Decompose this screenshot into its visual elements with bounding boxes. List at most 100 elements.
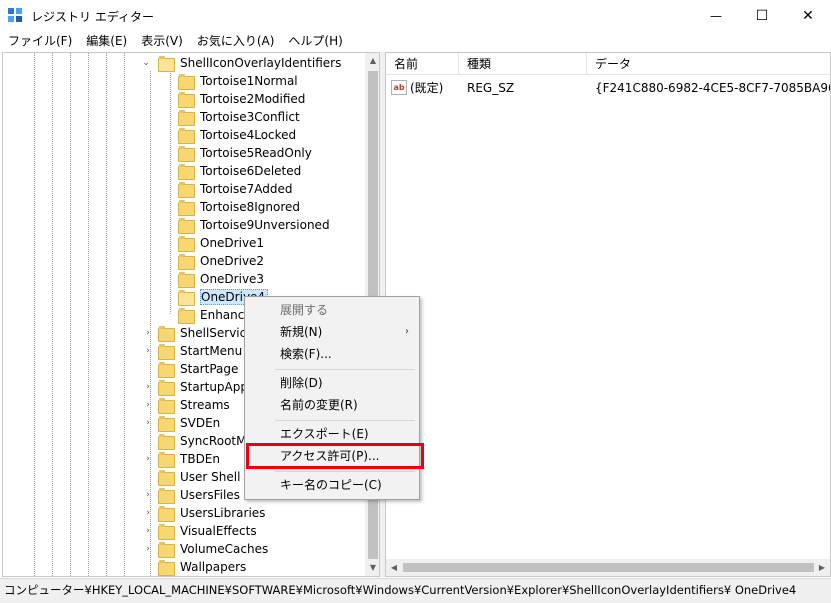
chevron-right-icon[interactable]: ›	[143, 418, 153, 428]
folder-icon	[178, 254, 195, 270]
folder-icon	[178, 182, 195, 198]
tree-item-label: OneDrive1	[200, 236, 265, 250]
scrollbar-thumb[interactable]	[403, 563, 814, 572]
scroll-up-icon[interactable]: ▲	[365, 53, 379, 69]
menu-help[interactable]: ヘルプ(H)	[281, 31, 349, 51]
menu-file[interactable]: ファイル(F)	[0, 31, 79, 51]
scroll-left-icon[interactable]: ◀	[386, 559, 402, 576]
tree-item-label: Tortoise7Added	[200, 182, 293, 196]
chevron-down-icon[interactable]: ⌄	[141, 58, 151, 68]
folder-icon	[178, 128, 195, 144]
tree-item-label: VisualEffects	[180, 524, 257, 538]
chevron-right-icon[interactable]: ›	[143, 400, 153, 410]
tree-item[interactable]: OneDrive3	[178, 270, 264, 288]
tree-item[interactable]: Tortoise4Locked	[178, 126, 296, 144]
tree-item-shelliconoverlayidentifiers[interactable]: ⌄ ShellIconOverlayIdentifiers	[141, 54, 341, 72]
tree-item-label: StartPage	[180, 362, 239, 376]
folder-icon	[158, 560, 175, 576]
tree-item-label: Tortoise9Unversioned	[200, 218, 330, 232]
tree-item[interactable]: › StartMenu	[143, 342, 242, 360]
minimize-button[interactable]: —	[693, 0, 739, 31]
tree-item[interactable]: StartPage	[143, 360, 238, 378]
menu-edit[interactable]: 編集(E)	[79, 31, 134, 51]
tree-item-label: SVDEn	[180, 416, 221, 430]
value-list-pane[interactable]: 名前 種類 データ ab (既定) REG_SZ {F241C880-6982-…	[385, 52, 831, 577]
close-button[interactable]: ✕	[785, 0, 831, 31]
folder-icon	[158, 524, 175, 540]
tree-item[interactable]: › Streams	[143, 396, 230, 414]
folder-icon	[158, 434, 175, 450]
tree-item-label: Tortoise5ReadOnly	[200, 146, 312, 160]
scroll-down-icon[interactable]: ▼	[365, 560, 379, 576]
menu-item-permissions[interactable]: アクセス許可(P)...	[247, 445, 417, 467]
maximize-button[interactable]: ☐	[739, 0, 785, 31]
tree-item[interactable]: OneDrive1	[178, 234, 264, 252]
folder-open-icon	[158, 56, 175, 72]
menu-item-rename[interactable]: 名前の変更(R)	[247, 394, 417, 416]
submenu-arrow-icon: ›	[405, 326, 409, 337]
folder-icon	[178, 92, 195, 108]
tree-item[interactable]: › StartupAppr	[143, 378, 253, 396]
list-item[interactable]: ab (既定) REG_SZ {F241C880-6982-4CE5-8CF7-…	[386, 79, 830, 97]
chevron-right-icon[interactable]: ›	[143, 526, 153, 536]
chevron-right-icon[interactable]: ›	[143, 382, 153, 392]
scroll-right-icon[interactable]: ▶	[814, 559, 830, 576]
value-data: {F241C880-6982-4CE5-8CF7-7085BA96DA5A}	[595, 81, 830, 95]
tree-item[interactable]: Enhance	[178, 306, 252, 324]
list-horizontal-scrollbar[interactable]: ◀ ▶	[386, 559, 830, 576]
tree-item[interactable]: Tortoise3Conflict	[178, 108, 300, 126]
column-header-data[interactable]: データ	[587, 53, 830, 75]
column-header-type[interactable]: 種類	[459, 53, 587, 75]
menu-item-new[interactable]: 新規(N) ›	[247, 321, 417, 343]
menu-view[interactable]: 表示(V)	[134, 31, 190, 51]
tree-item-label: SyncRootMa	[180, 434, 254, 448]
tree-item-label: UsersFiles	[180, 488, 240, 502]
tree-item[interactable]: SyncRootMa	[143, 432, 254, 450]
tree-item[interactable]: › VisualEffects	[143, 522, 257, 540]
folder-icon	[158, 506, 175, 522]
menu-item-find[interactable]: 検索(F)...	[247, 343, 417, 365]
folder-icon	[158, 398, 175, 414]
tree-item-label: Tortoise3Conflict	[200, 110, 300, 124]
chevron-right-icon[interactable]: ›	[143, 490, 153, 500]
tree-item[interactable]: Tortoise8Ignored	[178, 198, 300, 216]
tree-item[interactable]: › TBDEn	[143, 450, 220, 468]
folder-icon	[178, 272, 195, 288]
tree-item[interactable]: Tortoise7Added	[178, 180, 292, 198]
chevron-right-icon[interactable]: ›	[143, 454, 153, 464]
tree-item[interactable]: › UsersLibraries	[143, 504, 265, 522]
folder-icon	[158, 326, 175, 342]
tree-item[interactable]: › UsersFiles	[143, 486, 240, 504]
close-icon: ✕	[802, 7, 814, 24]
tree-item[interactable]: Tortoise6Deleted	[178, 162, 301, 180]
menu-item-delete[interactable]: 削除(D)	[247, 372, 417, 394]
menu-favorites[interactable]: お気に入り(A)	[190, 31, 282, 51]
tree-item-label: StartupAppr	[180, 380, 253, 394]
chevron-right-icon[interactable]: ›	[143, 346, 153, 356]
menu-item-copy-key-name[interactable]: キー名のコピー(C)	[247, 474, 417, 496]
tree-item[interactable]: Tortoise2Modified	[178, 90, 305, 108]
tree-item[interactable]: Tortoise5ReadOnly	[178, 144, 312, 162]
tree-item-label: UsersLibraries	[180, 506, 266, 520]
folder-icon	[178, 110, 195, 126]
chevron-right-icon[interactable]: ›	[143, 328, 153, 338]
menu-item-expand[interactable]: 展開する	[247, 299, 417, 321]
column-header-name[interactable]: 名前	[386, 53, 459, 75]
folder-icon	[158, 362, 175, 378]
chevron-right-icon[interactable]: ›	[143, 544, 153, 554]
tree-item[interactable]: User Shell Fo	[143, 468, 258, 486]
status-bar: コンピューター¥HKEY_LOCAL_MACHINE¥SOFTWARE¥Micr…	[0, 578, 831, 603]
menu-item-export[interactable]: エクスポート(E)	[247, 423, 417, 445]
list-header: 名前 種類 データ	[386, 53, 830, 75]
tree-item-label: ShellIconOverlayIdentifiers	[180, 56, 342, 70]
tree-item[interactable]: OneDrive2	[178, 252, 264, 270]
chevron-right-icon[interactable]: ›	[143, 508, 153, 518]
tree-item[interactable]: › SVDEn	[143, 414, 220, 432]
folder-icon	[178, 164, 195, 180]
folder-icon	[178, 74, 195, 90]
tree-item[interactable]: Tortoise1Normal	[178, 72, 298, 90]
tree-item[interactable]: Tortoise9Unversioned	[178, 216, 330, 234]
tree-item[interactable]: › VolumeCaches	[143, 540, 268, 558]
tree-item[interactable]: Wallpapers	[143, 558, 246, 576]
title-bar: レジストリ エディター — ☐ ✕	[0, 0, 831, 31]
